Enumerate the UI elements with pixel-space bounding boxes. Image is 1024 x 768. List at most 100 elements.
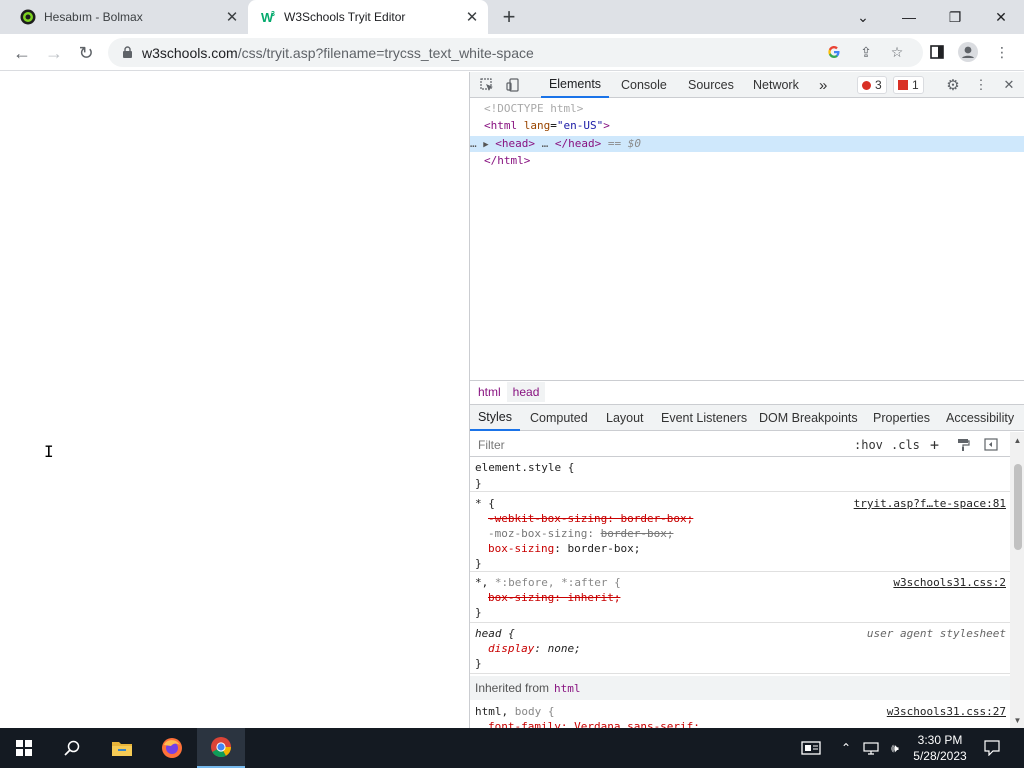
css-prop: display — [488, 642, 535, 655]
close-window-button[interactable]: ✕ — [978, 0, 1024, 34]
file-explorer-icon[interactable] — [98, 728, 146, 768]
tab-accessibility[interactable]: Accessibility — [946, 405, 1014, 431]
rule-selector[interactable]: html, body { — [475, 704, 555, 719]
tab-event-listeners[interactable]: Event Listeners — [661, 405, 747, 431]
dom-head-selected[interactable]: … ▶ <head> … </head> == $0 — [470, 136, 1024, 152]
back-button[interactable]: ← — [8, 39, 36, 67]
hov-toggle[interactable]: :hov — [854, 435, 883, 454]
side-panel-icon[interactable] — [927, 42, 947, 62]
tab-styles[interactable]: Styles — [470, 405, 520, 431]
new-rule-icon[interactable]: + — [930, 435, 939, 454]
css-declaration[interactable]: box-sizing: inherit; — [488, 590, 620, 605]
selector-part: *, — [475, 576, 489, 589]
scroll-up-arrow-icon[interactable]: ▲ — [1010, 434, 1024, 446]
close-devtools-icon[interactable]: ✕ — [1000, 76, 1018, 94]
tab-sources[interactable]: Sources — [688, 72, 734, 98]
network-icon[interactable] — [860, 728, 882, 768]
inherited-tag-link[interactable]: html — [554, 682, 581, 695]
breadcrumb-html[interactable]: html — [478, 385, 501, 399]
close-tab-icon[interactable]: ✕ — [462, 7, 482, 27]
windows-start-icon[interactable] — [0, 728, 48, 768]
head-close-tag: </head> — [554, 137, 602, 150]
rule-html-body: html, body { w3schools31.css:27 font-fam… — [470, 702, 1010, 728]
tab-layout[interactable]: Layout — [606, 405, 644, 431]
text-cursor-icon: I — [44, 442, 54, 461]
scroll-down-arrow-icon[interactable]: ▼ — [1010, 714, 1024, 726]
tab-strip: Hesabım - Bolmax ✕ W3 W3Schools Tryit Ed… — [0, 0, 1024, 34]
browser-menu-icon[interactable]: ⋮ — [992, 42, 1012, 62]
scrollbar-thumb[interactable] — [1014, 464, 1022, 550]
rule-selector[interactable]: head { — [475, 626, 515, 641]
address-bar[interactable]: w3schools.com/css/tryit.asp?filename=try… — [108, 38, 923, 67]
restore-button[interactable]: ❐ — [932, 0, 978, 34]
w3schools-icon: W3 — [260, 9, 276, 25]
css-declaration[interactable]: box-sizing: border-box; — [488, 541, 640, 556]
rule-head-ua: head { user agent stylesheet display: no… — [470, 624, 1010, 674]
volume-icon[interactable]: 🕪 — [884, 728, 906, 768]
expand-triangle-icon[interactable]: ▶ — [483, 140, 488, 150]
search-icon[interactable] — [48, 728, 96, 768]
issue-flag-icon — [898, 80, 908, 90]
reload-button[interactable]: ↻ — [72, 39, 100, 67]
forward-button[interactable]: → — [40, 39, 68, 67]
share-icon[interactable]: ⇪ — [856, 42, 876, 62]
show-hidden-icons-icon[interactable]: ⌃ — [836, 728, 856, 768]
devtools-tabbar: Elements Console Sources Network » 3 1 ⚙… — [470, 72, 1024, 98]
tab-properties[interactable]: Properties — [873, 405, 930, 431]
google-icon[interactable] — [824, 42, 844, 62]
dom-html-open[interactable]: <html lang="en-US"> — [484, 118, 610, 134]
selected-marker: == $0 — [607, 137, 642, 150]
new-tab-button[interactable]: + — [497, 4, 521, 29]
settings-gear-icon[interactable]: ⚙ — [944, 76, 962, 94]
computed-sidebar-icon[interactable] — [984, 435, 998, 454]
rule-source-link[interactable]: tryit.asp?f…te-space:81 — [854, 496, 1006, 511]
filter-input[interactable]: Filter — [474, 435, 844, 454]
devtools-menu-icon[interactable]: ⋮ — [972, 76, 990, 94]
more-tabs-button[interactable]: » — [819, 72, 827, 98]
rule-element-style: element.style { } — [470, 458, 1010, 492]
windows-taskbar: ⌃ 🕪 3:30 PM 5/28/2023 — [0, 728, 1024, 768]
css-declaration[interactable]: -webkit-box-sizing: border-box; — [488, 511, 693, 526]
chrome-icon[interactable] — [197, 728, 245, 768]
rule-universal-pseudo: *, *:before, *:after { w3schools31.css:2… — [470, 573, 1010, 623]
issues-badge[interactable]: 1 — [893, 76, 924, 94]
rule-source-link[interactable]: w3schools31.css:27 — [887, 704, 1006, 719]
lang-attr: lang — [523, 119, 551, 132]
rule-selector[interactable]: * { — [475, 496, 495, 511]
rule-source-link[interactable]: w3schools31.css:2 — [893, 575, 1006, 590]
device-toolbar-icon[interactable] — [504, 76, 522, 94]
lock-icon[interactable] — [120, 46, 134, 60]
breadcrumb-head[interactable]: head — [506, 382, 546, 402]
tab-dom-breakpoints[interactable]: DOM Breakpoints — [759, 405, 858, 431]
taskbar-clock[interactable]: 3:30 PM 5/28/2023 — [906, 732, 974, 766]
dom-doctype[interactable]: <!DOCTYPE html> — [484, 101, 583, 117]
inspect-element-icon[interactable] — [478, 76, 496, 94]
minimize-button[interactable]: — — [886, 0, 932, 34]
news-widget-icon[interactable] — [798, 728, 824, 768]
css-declaration[interactable]: font-family: Verdana,sans-serif; — [488, 719, 700, 728]
tab-search-icon[interactable]: ⌄ — [840, 0, 886, 34]
tab-elements[interactable]: Elements — [541, 72, 609, 98]
errors-badge[interactable]: 3 — [857, 76, 887, 94]
dom-html-close[interactable]: </html> — [484, 153, 530, 169]
head-ellipsis[interactable]: … — [542, 137, 549, 150]
css-declaration[interactable]: -moz-box-sizing: border-box; — [488, 526, 673, 541]
css-declaration[interactable]: display: none; — [488, 641, 581, 656]
cls-toggle[interactable]: .cls — [891, 435, 920, 454]
clock-date: 5/28/2023 — [913, 749, 967, 763]
element-style-selector[interactable]: element.style { — [475, 460, 574, 475]
tab-network[interactable]: Network — [753, 72, 799, 98]
paint-roller-icon[interactable] — [957, 435, 970, 454]
bookmark-star-icon[interactable]: ☆ — [887, 42, 907, 62]
page-viewport[interactable]: I — [0, 72, 469, 728]
close-tab-icon[interactable]: ✕ — [222, 7, 242, 27]
tab-console[interactable]: Console — [621, 72, 667, 98]
rule-selector[interactable]: *, *:before, *:after { — [475, 575, 621, 590]
tab-bolmax[interactable]: Hesabım - Bolmax ✕ — [8, 0, 248, 34]
tab-w3schools[interactable]: W3 W3Schools Tryit Editor ✕ — [248, 0, 488, 34]
profile-avatar[interactable] — [958, 42, 978, 62]
firefox-icon[interactable] — [148, 728, 196, 768]
clock-time: 3:30 PM — [917, 733, 963, 747]
tab-computed[interactable]: Computed — [530, 405, 588, 431]
notification-center-icon[interactable] — [980, 728, 1004, 768]
